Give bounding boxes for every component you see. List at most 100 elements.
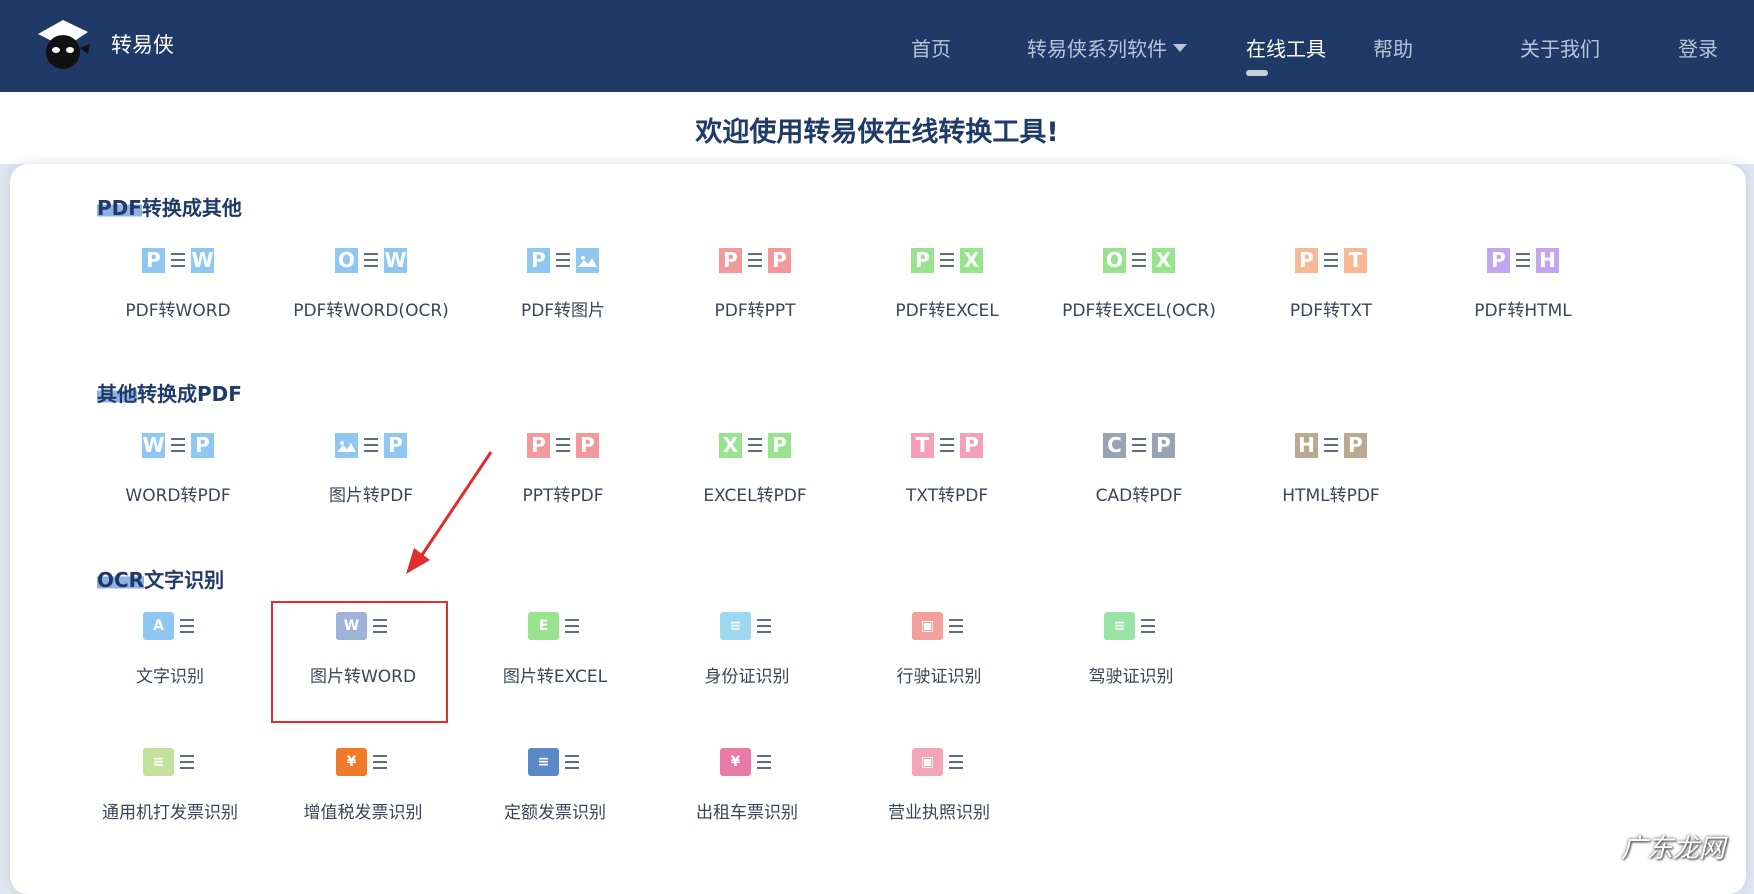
brand-name[interactable]: 转易侠 <box>111 29 174 59</box>
tool-html-pdf[interactable]: H P HTML转PDF <box>1241 425 1421 525</box>
nav-software-series[interactable]: 转易侠系列软件 <box>1027 33 1187 62</box>
tool-label: 通用机打发票识别 <box>102 803 238 823</box>
right-format-icon: W <box>191 247 214 273</box>
tool-ppt-pdf[interactable]: P P PPT转PDF <box>473 425 653 525</box>
tool-label: HTML转PDF <box>1282 486 1380 506</box>
equals-icon <box>373 755 387 769</box>
tool-ocr-6[interactable]: ≡ 通用机打发票识别 <box>80 742 260 842</box>
right-format-icon: H <box>1536 247 1559 273</box>
conversion-icon: PP <box>665 240 845 280</box>
equals-icon <box>364 438 378 452</box>
section-title-other-to-pdf: 其他转换成PDF <box>97 378 242 407</box>
ocr-format-icon: E <box>528 612 559 640</box>
tool-label: PDF转PPT <box>714 301 796 321</box>
tool-ocr-2[interactable]: E 图片转EXCEL <box>465 606 645 706</box>
tool-cad-pdf[interactable]: C P CAD转PDF <box>1049 425 1229 525</box>
right-format-icon: P <box>576 432 599 458</box>
watermark: 广东龙网 <box>1621 834 1726 864</box>
nav-software-series-label: 转易侠系列软件 <box>1027 37 1167 61</box>
right-format-icon: W <box>384 247 407 273</box>
equals-icon <box>180 755 194 769</box>
left-format-icon: P <box>911 247 934 273</box>
tool-ocr-5[interactable]: ≡ 驾驶证识别 <box>1041 606 1221 706</box>
right-format-icon: P <box>768 432 791 458</box>
nav-home[interactable]: 首页 <box>911 33 951 62</box>
equals-icon <box>171 438 185 452</box>
tool-pdf-word[interactable]: P W PDF转WORD <box>88 240 268 340</box>
active-tab-indicator <box>1246 70 1268 76</box>
ocr-format-icon: ≡ <box>528 748 559 776</box>
tool-ocr-9[interactable]: ¥ 出租车票识别 <box>657 742 837 842</box>
left-format-icon: P <box>142 247 165 273</box>
ocr-icon: ▣ <box>849 742 1029 782</box>
tool-label: PDF转EXCEL <box>895 301 999 321</box>
nav-login[interactable]: 登录 <box>1678 33 1718 62</box>
equals-icon <box>748 438 762 452</box>
tool-ocr-7[interactable]: ¥ 增值税发票识别 <box>273 742 453 842</box>
tool-pdf-[interactable]: P PDF转图片 <box>473 240 653 340</box>
nav-about[interactable]: 关于我们 <box>1520 33 1600 62</box>
tool-pdf-txt[interactable]: P T PDF转TXT <box>1241 240 1421 340</box>
right-format-icon: T <box>1344 247 1367 273</box>
tool-ocr-8[interactable]: ≡ 定额发票识别 <box>465 742 645 842</box>
tool-pdf-html[interactable]: P H PDF转HTML <box>1433 240 1613 340</box>
tool-ocr-4[interactable]: ▣ 行驶证识别 <box>849 606 1029 706</box>
conversion-icon: HP <box>1241 425 1421 465</box>
right-format-icon: P <box>960 432 983 458</box>
ocr-icon: ≡ <box>657 606 837 646</box>
tool-txt-pdf[interactable]: T P TXT转PDF <box>857 425 1037 525</box>
equals-icon <box>180 619 194 633</box>
tool-ocr-3[interactable]: ≡ 身份证识别 <box>657 606 837 706</box>
top-navbar: 转易侠 首页 转易侠系列软件 在线工具 帮助 关于我们 登录 <box>0 0 1754 92</box>
right-format-icon: P <box>191 432 214 458</box>
tool-label: 身份证识别 <box>704 667 790 687</box>
nav-help[interactable]: 帮助 <box>1373 33 1413 62</box>
ninja-logo-icon[interactable] <box>36 18 90 70</box>
equals-icon <box>757 755 771 769</box>
section-title-rest: 转换成其他 <box>141 196 242 220</box>
tool-label: PDF转HTML <box>1474 301 1572 321</box>
tool-pdf-excel-ocr-[interactable]: O X PDF转EXCEL(OCR) <box>1049 240 1229 340</box>
tool-excel-pdf[interactable]: X P EXCEL转PDF <box>665 425 845 525</box>
tool-word-pdf[interactable]: W P WORD转PDF <box>88 425 268 525</box>
equals-icon <box>748 253 762 267</box>
highlight-box-image-to-word <box>271 601 448 723</box>
tool-pdf-word-ocr-[interactable]: O W PDF转WORD(OCR) <box>281 240 461 340</box>
image-icon <box>335 432 358 458</box>
image-icon <box>576 247 599 273</box>
nav-online-tools[interactable]: 在线工具 <box>1246 33 1326 62</box>
equals-icon <box>1516 253 1530 267</box>
ocr-icon: A <box>80 606 260 646</box>
conversion-icon: XP <box>665 425 845 465</box>
tool-ocr-0[interactable]: A 文字识别 <box>80 606 260 706</box>
tool-ocr-10[interactable]: ▣ 营业执照识别 <box>849 742 1029 842</box>
section-title-ocr: OCR文字识别 <box>97 564 224 593</box>
tool-pdf-ppt[interactable]: P P PDF转PPT <box>665 240 845 340</box>
equals-icon <box>556 253 570 267</box>
equals-icon <box>556 438 570 452</box>
ocr-format-icon: ▣ <box>912 748 943 776</box>
equals-icon <box>1324 253 1338 267</box>
tool-label: 营业执照识别 <box>888 803 990 823</box>
conversion-icon: TP <box>857 425 1037 465</box>
conversion-icon: PT <box>1241 240 1421 280</box>
equals-icon <box>757 619 771 633</box>
ocr-format-icon: ¥ <box>336 748 367 776</box>
tool-label: 文字识别 <box>136 667 204 687</box>
tool-label: PDF转WORD <box>125 301 231 321</box>
red-arrow-icon <box>406 451 493 574</box>
equals-icon <box>565 619 579 633</box>
equals-icon <box>565 755 579 769</box>
ocr-icon: ≡ <box>1041 606 1221 646</box>
tool-label: 驾驶证识别 <box>1088 667 1174 687</box>
tool-pdf-excel[interactable]: P X PDF转EXCEL <box>857 240 1037 340</box>
right-format-icon: P <box>1344 432 1367 458</box>
tool-label: 图片转EXCEL <box>502 667 608 687</box>
section-title-highlight: OCR <box>97 568 145 592</box>
left-format-icon: P <box>1295 247 1318 273</box>
right-format-icon: P <box>1152 432 1175 458</box>
conversion-icon: OW <box>281 240 461 280</box>
equals-icon <box>1324 438 1338 452</box>
left-format-icon: O <box>335 247 358 273</box>
conversion-icon: PW <box>88 240 268 280</box>
